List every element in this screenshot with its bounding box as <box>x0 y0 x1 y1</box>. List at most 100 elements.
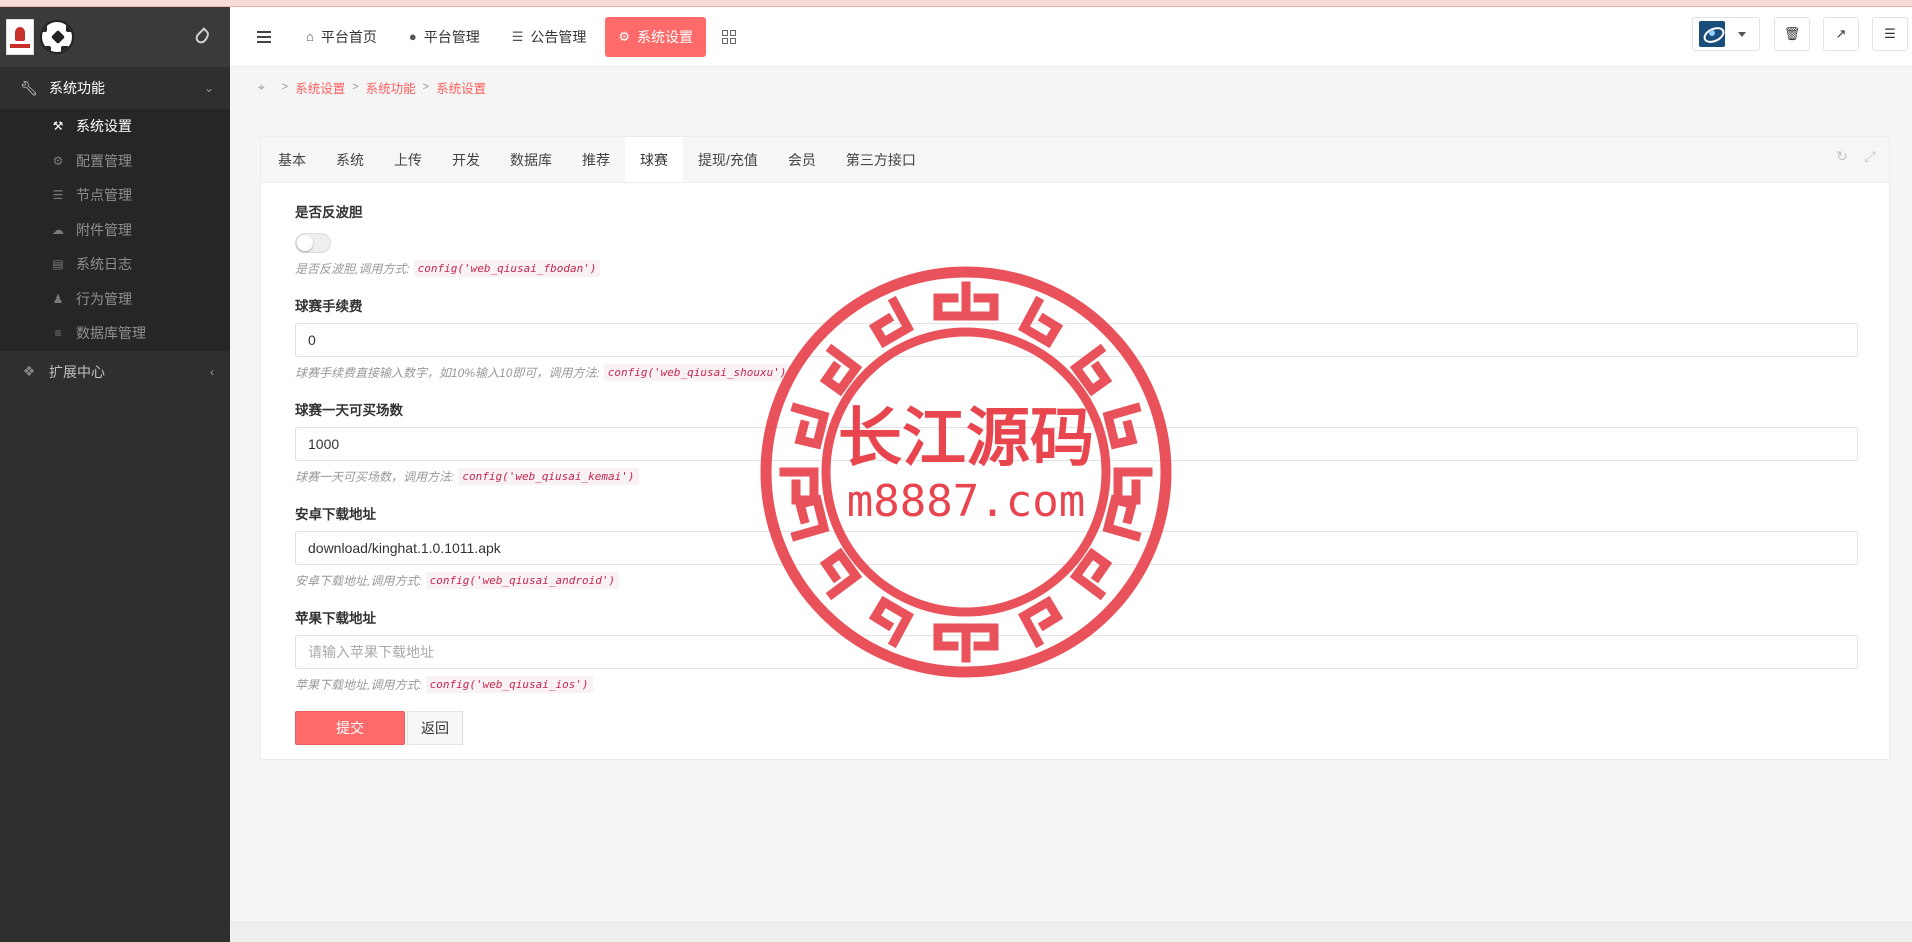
kemai-input[interactable] <box>295 427 1858 461</box>
theme-drop-icon[interactable] <box>193 27 212 46</box>
sidebar: 🔧︎ 系统功能 ⌄ ⚒ 系统设置 ⚙ 配置管理 ☰ 节点管理 ☁ 附件管理 ▤ … <box>0 7 230 942</box>
tab-system-settings[interactable]: ⚙ 系统设置 <box>605 16 707 57</box>
fullscreen-icon[interactable]: ⤢ <box>1863 149 1877 163</box>
window-top-strip <box>0 0 1912 7</box>
help-code: config('web_qiusai_fbodan') <box>413 260 601 277</box>
settings-form: 是否反波胆 是否反波胆,调用方式: config('web_qiusai_fbo… <box>261 183 1889 745</box>
trash-icon: 🗑︎ <box>1783 26 1801 41</box>
field-kemai: 球赛一天可买场数 球赛一天可买场数，调用方法: config('web_qius… <box>295 399 1858 485</box>
sidebar-item-database[interactable]: ≡ 数据库管理 <box>0 316 230 351</box>
fbodan-toggle[interactable] <box>295 233 331 253</box>
tab-basic[interactable]: 基本 <box>263 137 321 182</box>
sidebar-item-behavior[interactable]: ♟ 行为管理 <box>0 281 230 316</box>
field-label: 球赛一天可买场数 <box>295 403 403 418</box>
menu-toggle-icon[interactable] <box>257 30 273 43</box>
chevron-right-icon: > <box>281 81 289 93</box>
sidebar-item-label: 系统日志 <box>76 256 132 273</box>
tab-label: 平台首页 <box>320 28 377 45</box>
tab-recommend[interactable]: 推荐 <box>567 137 625 182</box>
sidebar-item-label: 配置管理 <box>76 152 132 169</box>
sidebar-item-config[interactable]: ⚙ 配置管理 <box>0 143 230 178</box>
settings-panel: 基本 系统 上传 开发 数据库 推荐 球赛 提现/充值 会员 第三方接口 ↻ ⤢… <box>260 136 1890 760</box>
tab-label: 公告管理 <box>530 28 587 45</box>
tab-withdraw-recharge[interactable]: 提现/充值 <box>683 137 773 182</box>
user-icon: ● <box>408 29 417 44</box>
chevron-left-icon: ‹ <box>210 364 214 379</box>
breadcrumb: ⌖ > 系统设置 > 系统功能 > 系统设置 <box>258 77 486 97</box>
wrench-icon: ⚒ <box>52 119 64 134</box>
sidebar-item-label: 节点管理 <box>76 187 132 204</box>
chevron-right-icon: > <box>422 81 430 93</box>
map-pin-icon: ⌖ <box>258 79 265 94</box>
tab-system[interactable]: 系统 <box>321 137 379 182</box>
breadcrumb-item[interactable]: 系统设置 <box>295 78 345 97</box>
help-code: config('web_qiusai_android') <box>425 572 620 589</box>
tab-develop[interactable]: 开发 <box>437 137 495 182</box>
sidebar-group-system[interactable]: 🔧︎ 系统功能 ⌄ <box>0 67 230 109</box>
trophy-logo <box>6 19 34 55</box>
tab-platform-home[interactable]: ⌂ 平台首页 <box>293 17 390 57</box>
tab-member[interactable]: 会员 <box>773 137 831 182</box>
caret-down-icon <box>1738 31 1746 37</box>
sidebar-item-label: 数据库管理 <box>76 325 146 342</box>
indent-icon: ☰ <box>511 28 524 44</box>
chevron-right-icon: > <box>352 81 359 93</box>
sidebar-item-attachments[interactable]: ☁ 附件管理 <box>0 212 230 247</box>
breadcrumb-item[interactable]: 系统设置 <box>436 78 486 97</box>
gears-icon: ⚙ <box>52 153 64 168</box>
open-site-button[interactable]: ↗ <box>1823 17 1859 51</box>
field-fbodan: 是否反波胆 是否反波胆,调用方式: config('web_qiusai_fbo… <box>295 201 1855 277</box>
field-help: 苹果下载地址,调用方式: config('web_qiusai_ios') <box>295 676 1855 693</box>
field-shouxu: 球赛手续费 球赛手续费直接输入数字，如10%输入10即可，调用方法: confi… <box>295 295 1858 381</box>
android-url-input[interactable] <box>295 531 1858 565</box>
help-code: config('web_qiusai_kemai') <box>458 468 639 485</box>
field-ios: 苹果下载地址 苹果下载地址,调用方式: config('web_qiusai_i… <box>295 607 1858 693</box>
sidebar-item-label: 附件管理 <box>76 221 132 238</box>
sidebar-item-system-settings[interactable]: ⚒ 系统设置 <box>0 109 230 144</box>
tab-platform-manage[interactable]: ● 平台管理 <box>396 17 493 57</box>
field-help: 是否反波胆,调用方式: config('web_qiusai_fbodan') <box>295 260 1855 277</box>
layers-icon: ❖ <box>22 363 36 379</box>
cloud-upload-icon: ☁ <box>52 222 64 237</box>
help-text: 安卓下载地址,调用方式: <box>295 574 422 588</box>
chevron-down-icon: ⌄ <box>203 81 214 95</box>
clear-cache-button[interactable]: 🗑︎ <box>1774 17 1810 51</box>
submit-button[interactable]: 提交 <box>295 711 405 745</box>
tab-upload[interactable]: 上传 <box>379 137 437 182</box>
ios-url-input[interactable] <box>295 635 1858 669</box>
help-code: config('web_qiusai_shouxu') <box>603 364 791 381</box>
back-button[interactable]: 返回 <box>407 711 463 745</box>
field-label: 苹果下载地址 <box>295 611 376 626</box>
help-text: 球赛一天可买场数，调用方法: <box>295 470 455 484</box>
sidebar-item-logs[interactable]: ▤ 系统日志 <box>0 247 230 282</box>
form-actions: 提交 返回 <box>295 711 1855 745</box>
user-menu-button[interactable] <box>1692 17 1760 51</box>
sidebar-group-label: 系统功能 <box>49 80 105 96</box>
settings-panel-button[interactable]: ☰ <box>1872 17 1908 51</box>
footer-strip <box>230 922 1912 942</box>
tab-database[interactable]: 数据库 <box>495 137 567 182</box>
refresh-icon[interactable]: ↻ <box>1835 149 1849 163</box>
apps-grid-icon[interactable] <box>722 29 737 44</box>
sidebar-item-nodes[interactable]: ☰ 节点管理 <box>0 178 230 213</box>
tab-match[interactable]: 球赛 <box>625 137 683 182</box>
avatar <box>1699 21 1725 47</box>
shouxu-input[interactable] <box>295 323 1858 357</box>
settings-tabs: 基本 系统 上传 开发 数据库 推荐 球赛 提现/充值 会员 第三方接口 ↻ ⤢ <box>261 137 1889 183</box>
panel-tools: ↻ ⤢ <box>1835 149 1877 163</box>
tab-third-party[interactable]: 第三方接口 <box>831 137 931 182</box>
soccer-ball-logo <box>40 20 74 54</box>
field-label: 安卓下载地址 <box>295 507 376 522</box>
sidebar-group-label: 扩展中心 <box>49 363 105 380</box>
tab-label: 系统设置 <box>637 28 694 45</box>
database-icon: ≡ <box>54 326 62 341</box>
tab-announcements[interactable]: ☰ 公告管理 <box>499 17 600 57</box>
book-icon: ▤ <box>52 257 64 272</box>
sidebar-group-extensions[interactable]: ❖ 扩展中心 ‹ <box>0 351 230 393</box>
wrench-icon: 🔧︎ <box>20 79 38 96</box>
field-help: 安卓下载地址,调用方式: config('web_qiusai_android'… <box>295 572 1855 589</box>
tab-label: 平台管理 <box>423 28 480 45</box>
field-label: 是否反波胆 <box>295 205 363 220</box>
sliders-icon: ☰ <box>1884 26 1896 41</box>
breadcrumb-item[interactable]: 系统功能 <box>366 78 416 97</box>
